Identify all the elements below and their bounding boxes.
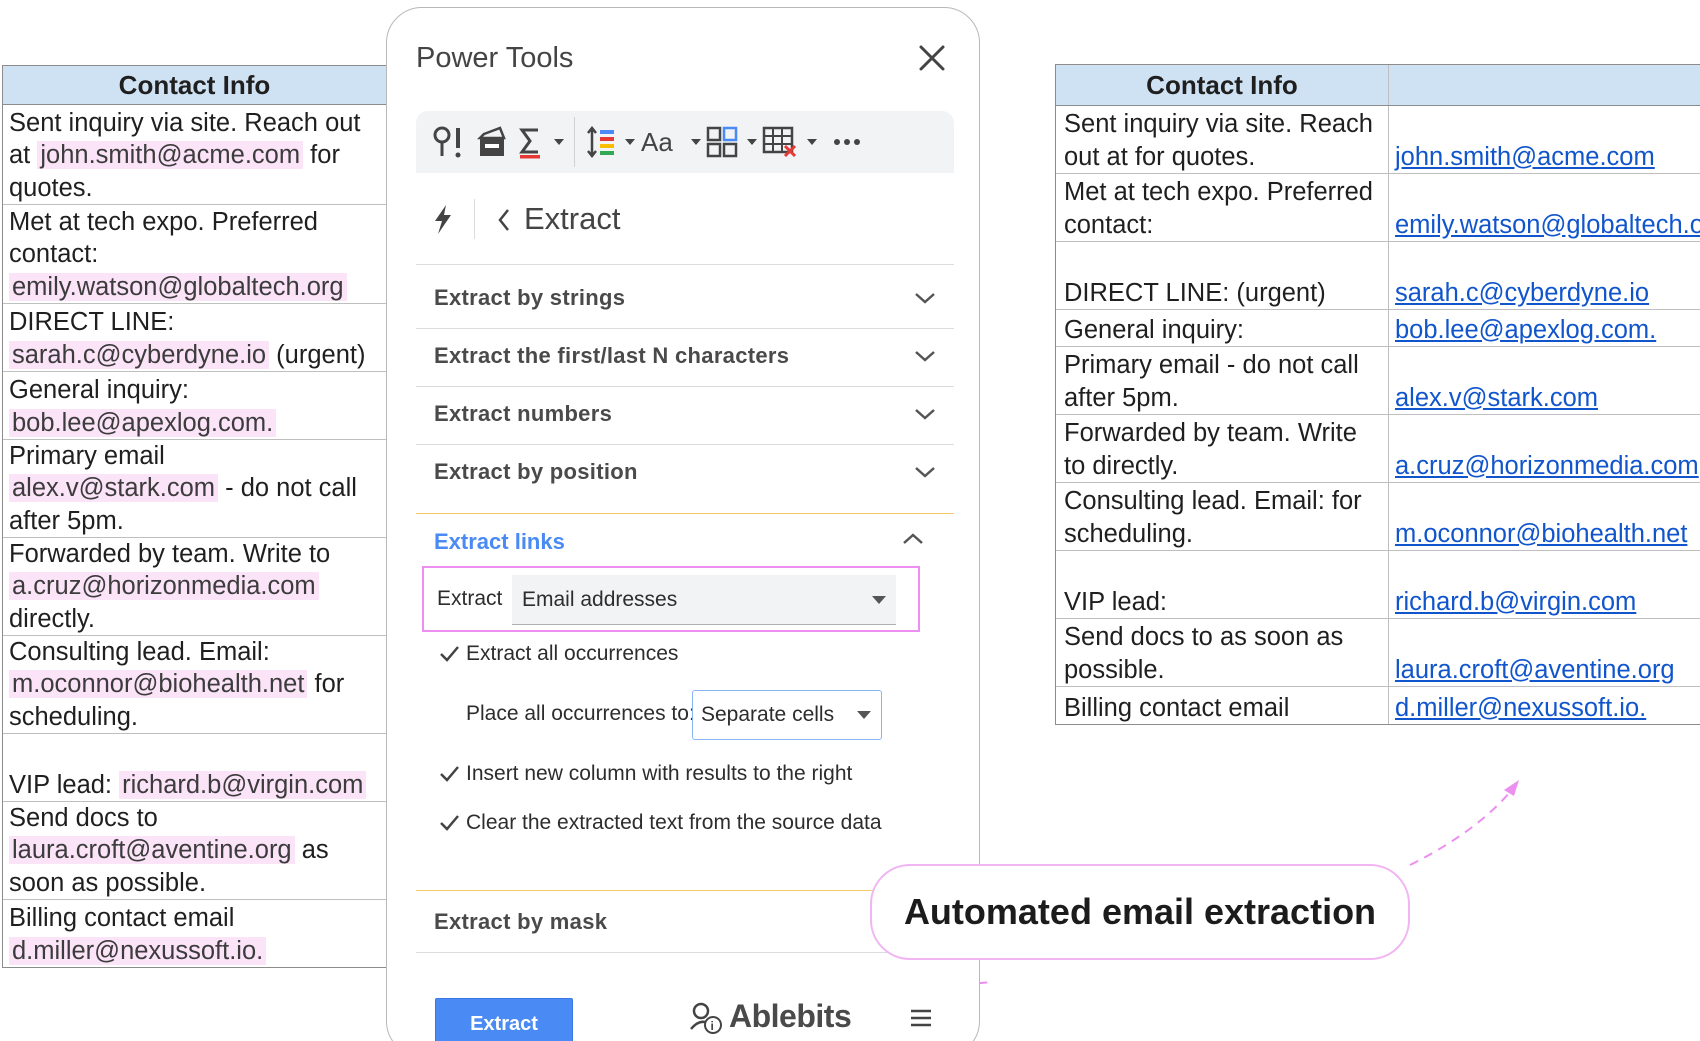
all-occurrences-checkbox[interactable]: Extract all occurrences	[438, 642, 678, 666]
clear-source-checkbox[interactable]: Clear the extracted text from the source…	[438, 811, 882, 835]
section-extract-by-strings[interactable]: Extract by strings	[416, 267, 954, 329]
dropdown-arrow-icon	[857, 711, 871, 719]
section-label: Extract by mask	[434, 908, 608, 934]
toolbar-divider	[574, 117, 575, 167]
info-icon: i	[690, 1002, 722, 1034]
all-occurrences-label: Extract all occurrences	[466, 642, 679, 665]
checkmark-icon	[440, 766, 459, 782]
menu-icon[interactable]	[909, 1008, 933, 1028]
insert-column-label: Insert new column with results to the ri…	[466, 762, 853, 785]
ablebits-brand: Ablebits	[729, 998, 852, 1034]
clear-table-icon[interactable]	[761, 120, 817, 164]
checkmark-icon	[440, 815, 459, 831]
data-icon[interactable]	[474, 120, 510, 164]
section-extract-numbers[interactable]: Extract numbers	[416, 383, 954, 445]
section-label: Extract the first/last N characters	[434, 342, 790, 368]
section-label: Extract by position	[434, 459, 638, 484]
checkmark-icon	[440, 646, 459, 662]
callout-badge: Automated email extraction	[870, 864, 1410, 960]
panel-title: Power Tools	[416, 42, 574, 74]
section-extract-first-last[interactable]: Extract the first/last N characters	[416, 325, 954, 387]
place-occurrences-row: Place all occurrences to:	[466, 702, 695, 726]
ablebits-logo[interactable]: i Ablebits	[687, 998, 852, 1035]
section-label: Extract by strings	[434, 284, 626, 310]
close-icon[interactable]	[912, 38, 952, 78]
insert-column-checkbox[interactable]: Insert new column with results to the ri…	[438, 762, 852, 786]
place-occurrences-label: Place all occurrences to:	[466, 702, 695, 725]
section-label: Extract numbers	[434, 400, 613, 426]
breadcrumb: Extract	[416, 173, 954, 265]
place-occurrences-value: Separate cells	[701, 703, 835, 726]
section-extract-links: Extract links Extract Email addresses Ex…	[416, 513, 954, 891]
section-label[interactable]: Extract links	[434, 529, 565, 555]
extract-type-row: Extract Email addresses	[422, 566, 920, 632]
chevron-down-icon	[915, 350, 935, 362]
breadcrumb-title[interactable]: Extract	[524, 201, 620, 237]
section-extract-by-position[interactable]: Extract by position	[416, 441, 954, 503]
text-case-icon[interactable]: Aa	[639, 120, 701, 164]
extract-type-label: Extract	[437, 587, 503, 610]
chevron-down-icon	[915, 408, 935, 420]
svg-text:Aa: Aa	[641, 127, 673, 157]
more-icon[interactable]	[831, 120, 863, 164]
clear-source-label: Clear the extracted text from the source…	[466, 811, 882, 834]
chevron-down-icon	[915, 467, 935, 478]
text-spacing-icon[interactable]	[585, 120, 635, 164]
find-replace-icon[interactable]	[430, 120, 470, 164]
extract-button[interactable]: Extract	[435, 998, 573, 1041]
chevron-left-icon[interactable]	[496, 207, 512, 233]
merge-icon[interactable]	[705, 120, 757, 164]
lightning-icon	[435, 205, 451, 234]
toolbar: Aa	[416, 111, 954, 173]
chevron-up-icon[interactable]	[902, 532, 924, 546]
sum-icon[interactable]	[514, 120, 564, 164]
place-occurrences-select[interactable]: Separate cells	[692, 690, 882, 740]
chevron-down-icon	[915, 292, 935, 304]
svg-text:i: i	[711, 1019, 714, 1033]
extract-type-select[interactable]: Email addresses	[512, 575, 896, 625]
breadcrumb-divider	[474, 199, 475, 239]
extract-type-value: Email addresses	[522, 587, 678, 611]
dropdown-arrow-icon	[872, 596, 886, 604]
